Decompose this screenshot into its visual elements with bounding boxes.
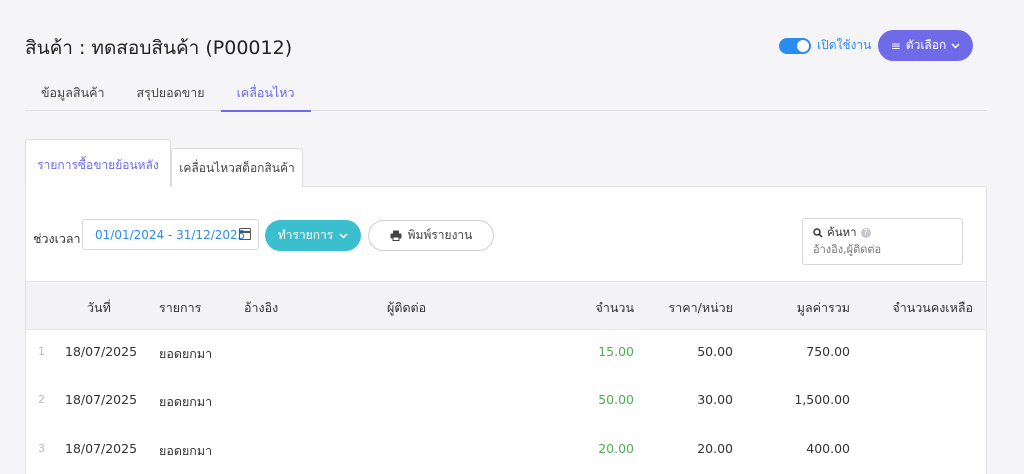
row-date: 18/07/2025 <box>65 441 138 456</box>
row-date: 18/07/2025 <box>65 344 138 359</box>
row-unit-price: 20.00 <box>697 441 733 456</box>
chevron-down-icon <box>951 42 960 49</box>
printer-icon <box>390 230 402 241</box>
search-label: ค้นหา <box>827 225 857 239</box>
print-label: พิมพ์รายงาน <box>407 228 473 242</box>
main-tabs: ข้อมูลสินค้า สรุปยอดขาย เคลื่อนไหว <box>25 78 987 112</box>
col-total[interactable]: มูลค่ารวม <box>797 298 850 318</box>
row-total: 750.00 <box>806 344 850 359</box>
col-remaining[interactable]: จำนวนคงเหลือ <box>892 298 973 318</box>
col-unit-price[interactable]: ราคา/หน่วย <box>669 298 733 318</box>
row-date: 18/07/2025 <box>65 392 138 407</box>
row-item: ยอดยกมา <box>159 443 213 458</box>
col-ref[interactable]: อ้างอิง <box>244 298 278 318</box>
col-date[interactable]: วันที่ <box>87 298 111 318</box>
help-icon[interactable]: ? <box>860 228 871 238</box>
active-toggle[interactable]: เปิดใช้งาน <box>779 36 871 55</box>
col-qty[interactable]: จำนวน <box>596 298 634 318</box>
table-row[interactable]: 3 18/07/2025 ยอดยกมา 20.00 20.00 400.00 <box>26 425 986 474</box>
print-report-button[interactable]: พิมพ์รายงาน <box>368 220 494 251</box>
row-qty: 20.00 <box>598 441 634 456</box>
tab-sales-summary[interactable]: สรุปยอดขาย <box>121 78 221 111</box>
search-box: ค้นหา ? <box>802 218 963 265</box>
search-icon <box>813 228 823 238</box>
page-title: สินค้า : ทดสอบสินค้า (P00012) <box>25 37 293 59</box>
toggle-switch[interactable] <box>779 37 811 54</box>
search-input[interactable] <box>813 243 953 256</box>
row-index: 2 <box>38 393 45 406</box>
options-label: ตัวเลือก <box>905 38 947 52</box>
tab-movement[interactable]: เคลื่อนไหว <box>220 78 311 112</box>
menu-icon: ≡ <box>890 38 901 53</box>
row-unit-price: 30.00 <box>697 392 733 407</box>
action-label: ทำรายการ <box>277 228 334 242</box>
row-index: 1 <box>38 345 45 358</box>
col-item[interactable]: รายการ <box>159 298 201 318</box>
row-item: ยอดยกมา <box>159 394 213 409</box>
tab-transaction-history[interactable]: รายการซื้อขายย้อนหลัง <box>25 139 171 187</box>
row-qty: 50.00 <box>598 392 634 407</box>
toggle-label: เปิดใช้งาน <box>817 38 872 52</box>
row-qty: 15.00 <box>598 344 634 359</box>
tab-stock-movement[interactable]: เคลื่อนไหวสต็อกสินค้า <box>171 148 303 187</box>
tab-product-info[interactable]: ข้อมูลสินค้า <box>25 78 121 111</box>
row-total: 400.00 <box>806 441 850 456</box>
table-row[interactable]: 2 18/07/2025 ยอดยกมา 50.00 30.00 1,500.0… <box>26 376 986 425</box>
toggle-knob <box>797 39 809 52</box>
search-header: ค้นหา ? <box>813 224 871 242</box>
options-button[interactable]: ≡ ตัวเลือก <box>878 30 973 61</box>
date-range-value: 01/01/2024 - 31/12/2025 <box>95 227 246 242</box>
table-row[interactable]: 1 18/07/2025 ยอดยกมา 15.00 50.00 750.00 <box>26 328 986 377</box>
period-label: ช่วงเวลา <box>33 231 81 246</box>
row-total: 1,500.00 <box>794 392 850 407</box>
chevron-down-icon <box>339 232 348 239</box>
action-dropdown-button[interactable]: ทำรายการ <box>265 220 361 251</box>
calendar-icon[interactable] <box>239 228 251 240</box>
row-unit-price: 50.00 <box>697 344 733 359</box>
row-item: ยอดยกมา <box>159 346 213 361</box>
date-range-input[interactable]: 01/01/2024 - 31/12/2025 <box>82 219 259 250</box>
col-contact[interactable]: ผู้ติดต่อ <box>387 298 426 318</box>
row-index: 3 <box>38 442 45 455</box>
table-header: วันที่ รายการ อ้างอิง ผู้ติดต่อ จำนวน รา… <box>26 281 986 330</box>
